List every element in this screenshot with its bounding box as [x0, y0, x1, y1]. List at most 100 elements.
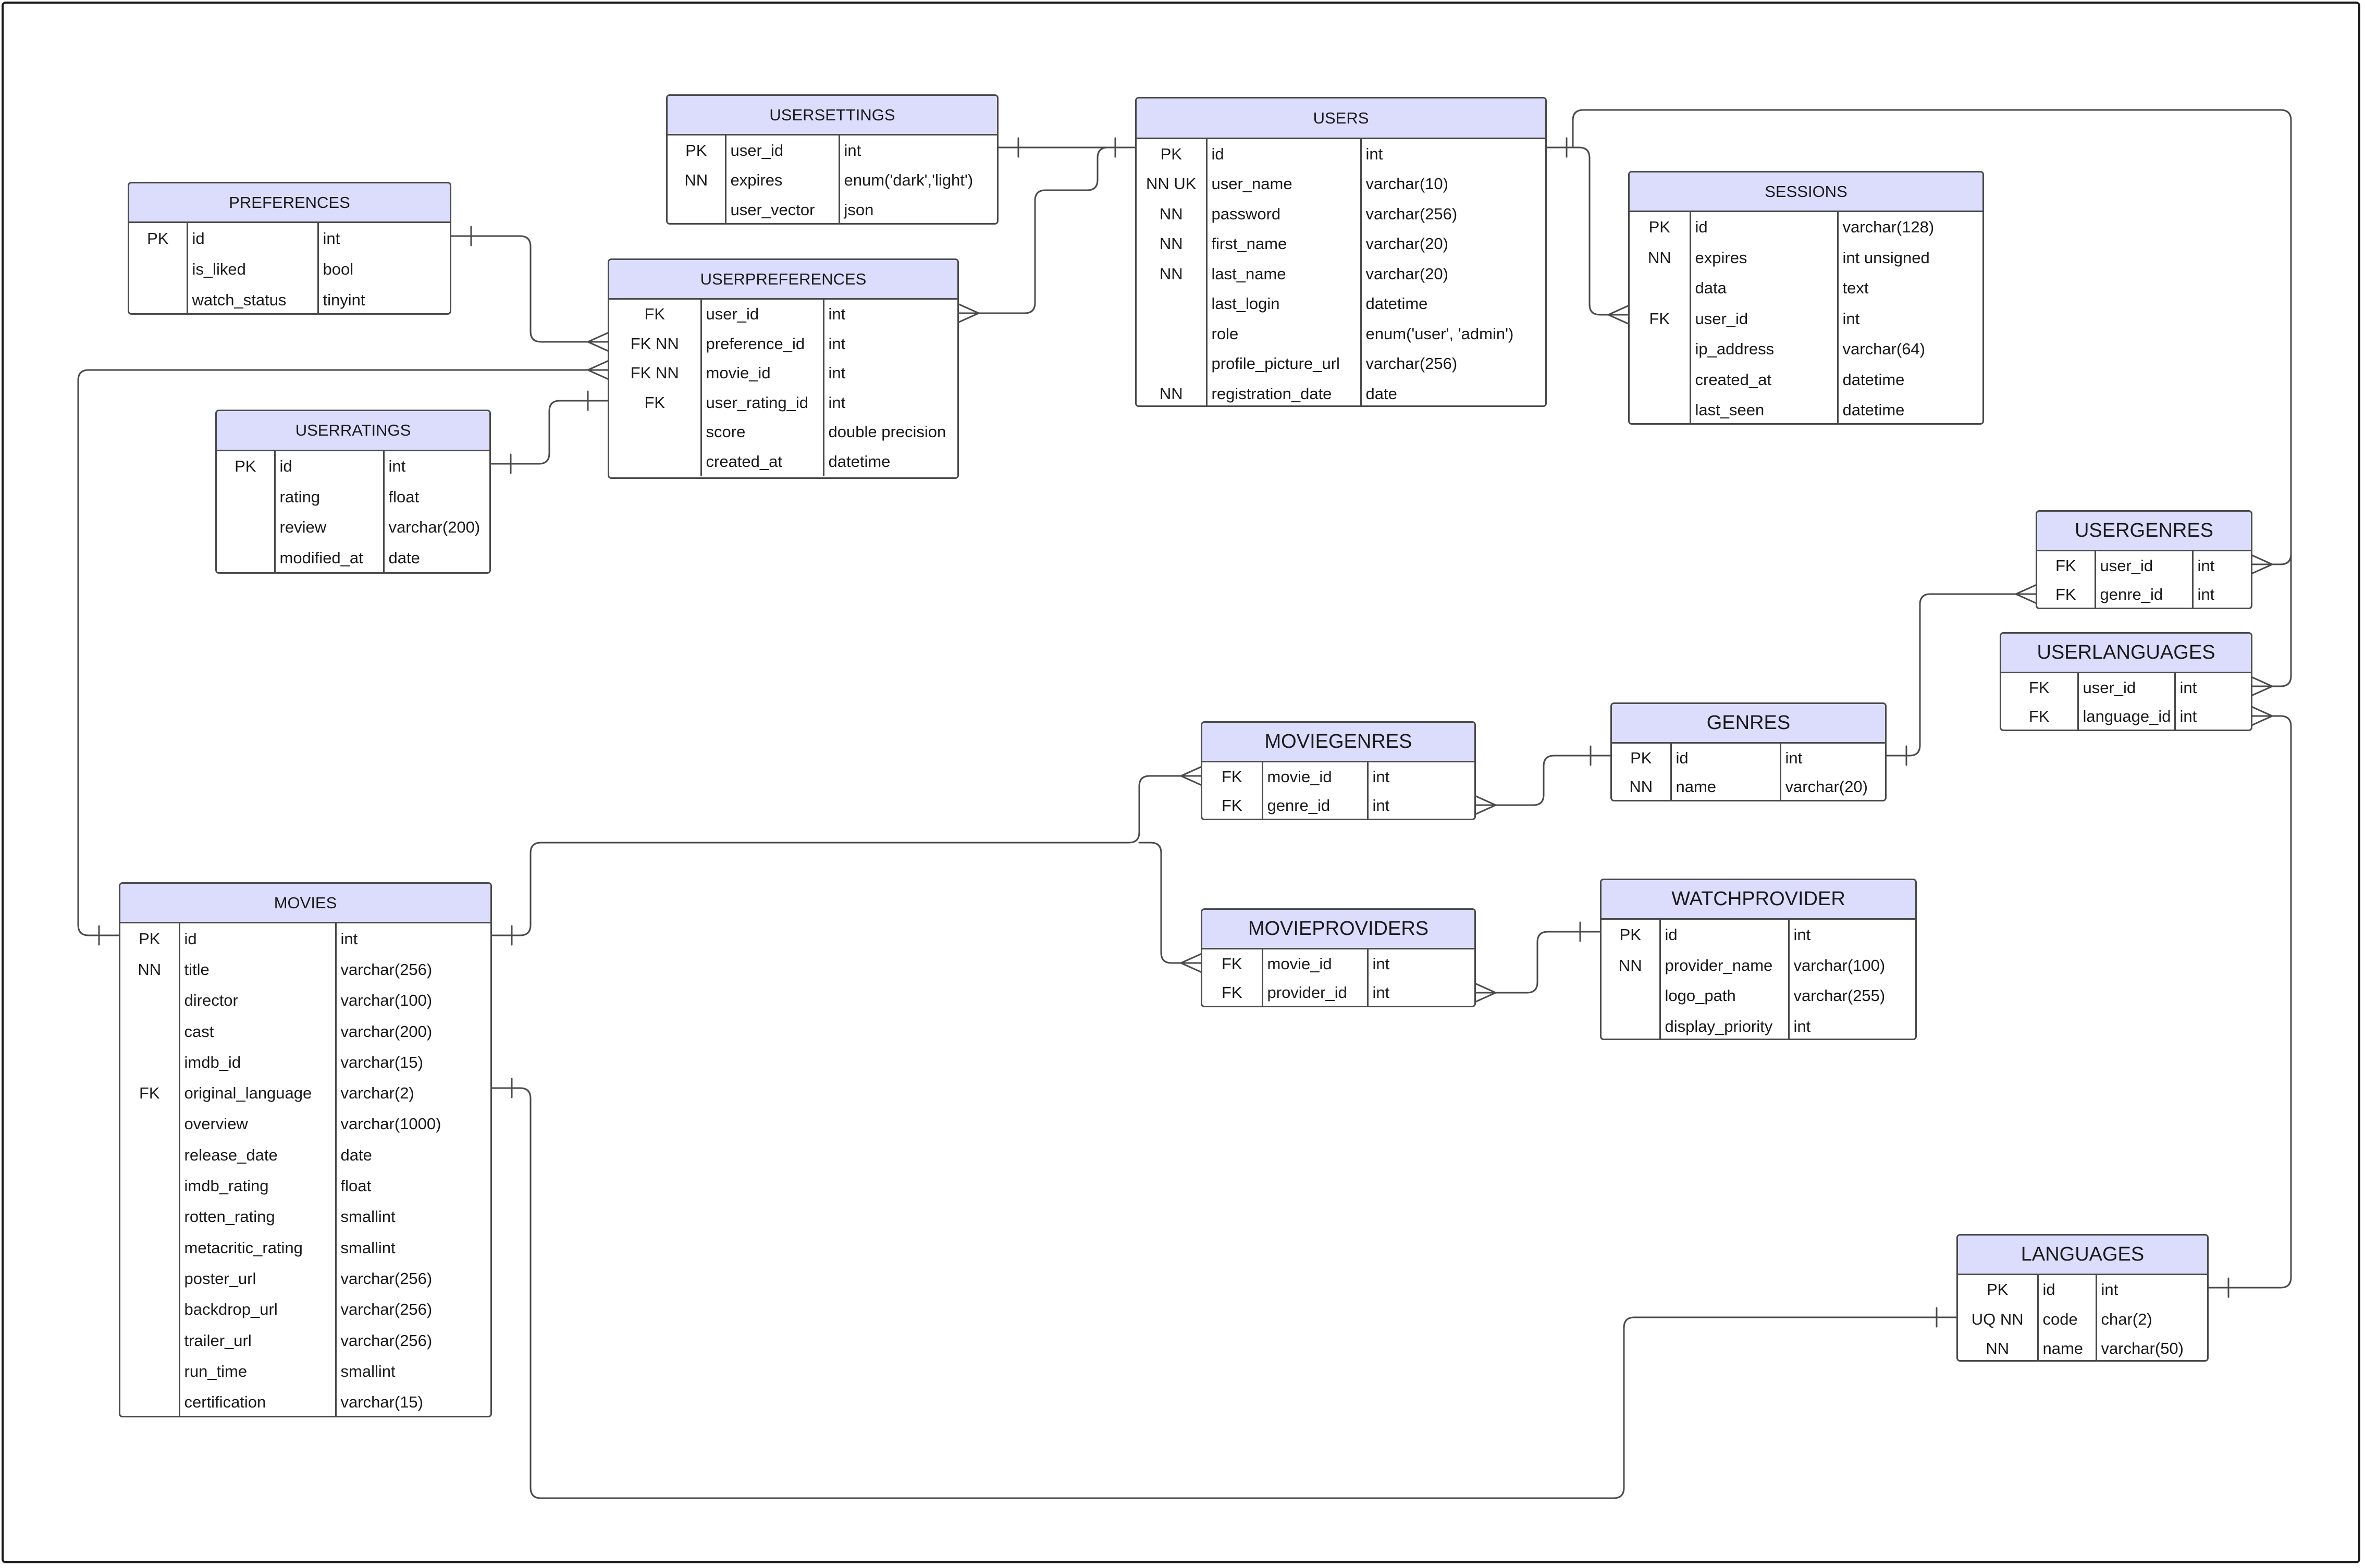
key-cell: NN [1137, 229, 1208, 259]
column-name: trailer_url [179, 1325, 337, 1356]
column-type: text [1842, 279, 1869, 298]
column-name: poster_url [179, 1263, 337, 1294]
column-type: varchar(256) [1365, 354, 1458, 373]
table-row: UQ NN code char(2) [1958, 1304, 2207, 1334]
column-name: backdrop_url [179, 1294, 337, 1325]
key-cell: NN [1630, 242, 1691, 273]
key-cell: PK [1958, 1275, 2039, 1305]
key-cell [1602, 981, 1661, 1011]
entity-columns: PK id int is_liked bool watch_status tinyint [129, 223, 450, 313]
key-cell [1602, 1011, 1661, 1039]
column-type: varchar(50) [2101, 1339, 2184, 1358]
column-type: int [1372, 767, 1390, 786]
table-row: data text [1630, 273, 1982, 304]
column-name: user_id [2078, 673, 2176, 702]
entity-title: MOVIEGENRES [1202, 723, 1474, 762]
key-cell [120, 1016, 180, 1047]
column-type: bool [323, 260, 354, 278]
column-name: rating [275, 481, 385, 512]
key-cell: FK [1202, 762, 1263, 792]
column-name: expires [1690, 242, 1839, 273]
table-row: last_login datetime [1137, 289, 1545, 319]
entity-title: SESSIONS [1630, 172, 1982, 212]
column-type: enum('dark','light') [844, 170, 974, 189]
column-type: int [323, 229, 340, 248]
table-row: PK id int [120, 923, 490, 955]
key-cell [217, 481, 276, 512]
column-name: review [275, 512, 385, 543]
key-cell: FK [120, 1078, 180, 1109]
entity-title: PREFERENCES [129, 183, 450, 223]
key-cell [120, 1140, 180, 1171]
table-row: FK movie_id int [1202, 762, 1474, 792]
column-name: id [1206, 139, 1362, 169]
key-cell [120, 985, 180, 1016]
table-row: run_time smallint [120, 1356, 490, 1387]
column-name: run_time [179, 1356, 337, 1387]
column-type: varchar(10) [1365, 175, 1449, 193]
column-type: float [340, 1177, 372, 1195]
table-row: profile_picture_url varchar(256) [1137, 349, 1545, 379]
column-name: name [1671, 772, 1781, 800]
entity-columns: PK id int NN provider_name varchar(100) logo… [1602, 920, 1915, 1039]
entity-columns: FK user_id int FK NN preference_id int FK NN… [609, 300, 957, 476]
column-type: enum('user', 'admin') [1365, 324, 1514, 343]
key-cell [1630, 273, 1691, 304]
key-cell [1630, 395, 1691, 423]
key-cell [1137, 349, 1208, 379]
key-cell [609, 447, 702, 476]
column-name: movie_id [1262, 949, 1369, 979]
entity-title: LANGUAGES [1958, 1236, 2207, 1275]
entity-moviegenres: MOVIEGENRES FK movie_id int FK genre_id int [1201, 721, 1476, 820]
entity-title: USERPREFERENCES [609, 260, 957, 300]
table-row: FK movie_id int [1202, 949, 1474, 979]
key-cell: FK [2037, 551, 2096, 581]
key-cell: NN [1137, 379, 1208, 405]
column-name: last_seen [1690, 395, 1839, 423]
column-name: watch_status [187, 285, 319, 313]
table-row: rotten_rating smallint [120, 1201, 490, 1232]
column-type: datetime [1842, 401, 1905, 419]
column-name: created_at [1690, 364, 1839, 395]
column-type: int [828, 334, 846, 353]
column-type: int [2179, 678, 2197, 697]
table-row: modified_at date [217, 542, 489, 572]
table-row: role enum('user', 'admin') [1137, 319, 1545, 349]
column-name: modified_at [275, 542, 385, 572]
column-type: char(2) [2101, 1310, 2152, 1328]
column-name: ip_address [1690, 334, 1839, 365]
table-row: NN last_name varchar(20) [1137, 259, 1545, 289]
column-type: int unsigned [1842, 248, 1930, 267]
column-name: title [179, 954, 337, 985]
entity-columns: FK user_id int FK language_id int [2001, 673, 2251, 730]
column-type: datetime [1842, 370, 1905, 389]
column-type: int [2197, 585, 2215, 604]
table-row: FK user_id int [2037, 551, 2251, 581]
column-type: date [388, 548, 420, 567]
column-type: varchar(2) [340, 1084, 414, 1103]
key-cell: PK [129, 223, 188, 254]
key-cell [217, 512, 276, 543]
table-row: last_seen datetime [1630, 395, 1982, 423]
table-row: NN name varchar(20) [1612, 772, 1885, 800]
key-cell: PK [1602, 920, 1661, 950]
entity-movies: MOVIES PK id int NN title varchar(256) direc… [119, 882, 492, 1417]
key-cell [1630, 334, 1691, 365]
column-type: varchar(1000) [340, 1115, 441, 1133]
column-type: smallint [340, 1238, 396, 1257]
key-cell: NN [1612, 772, 1672, 800]
entity-title: USERS [1137, 98, 1545, 139]
column-type: int [388, 457, 406, 476]
column-type: int [828, 393, 846, 412]
table-row: certification varchar(15) [120, 1387, 490, 1416]
entity-title: USERGENRES [2037, 512, 2251, 551]
entity-title: GENRES [1612, 704, 1885, 744]
column-type: varchar(128) [1842, 218, 1935, 237]
rel-preferences-userpreferences [449, 235, 610, 343]
key-cell [217, 542, 276, 572]
entity-languages: LANGUAGES PK id int UQ NN code char(2) NN nam… [1956, 1234, 2209, 1362]
column-type: smallint [340, 1207, 396, 1226]
column-type: double precision [828, 423, 946, 441]
column-name: id [179, 923, 337, 955]
column-type: varchar(256) [1365, 204, 1458, 223]
